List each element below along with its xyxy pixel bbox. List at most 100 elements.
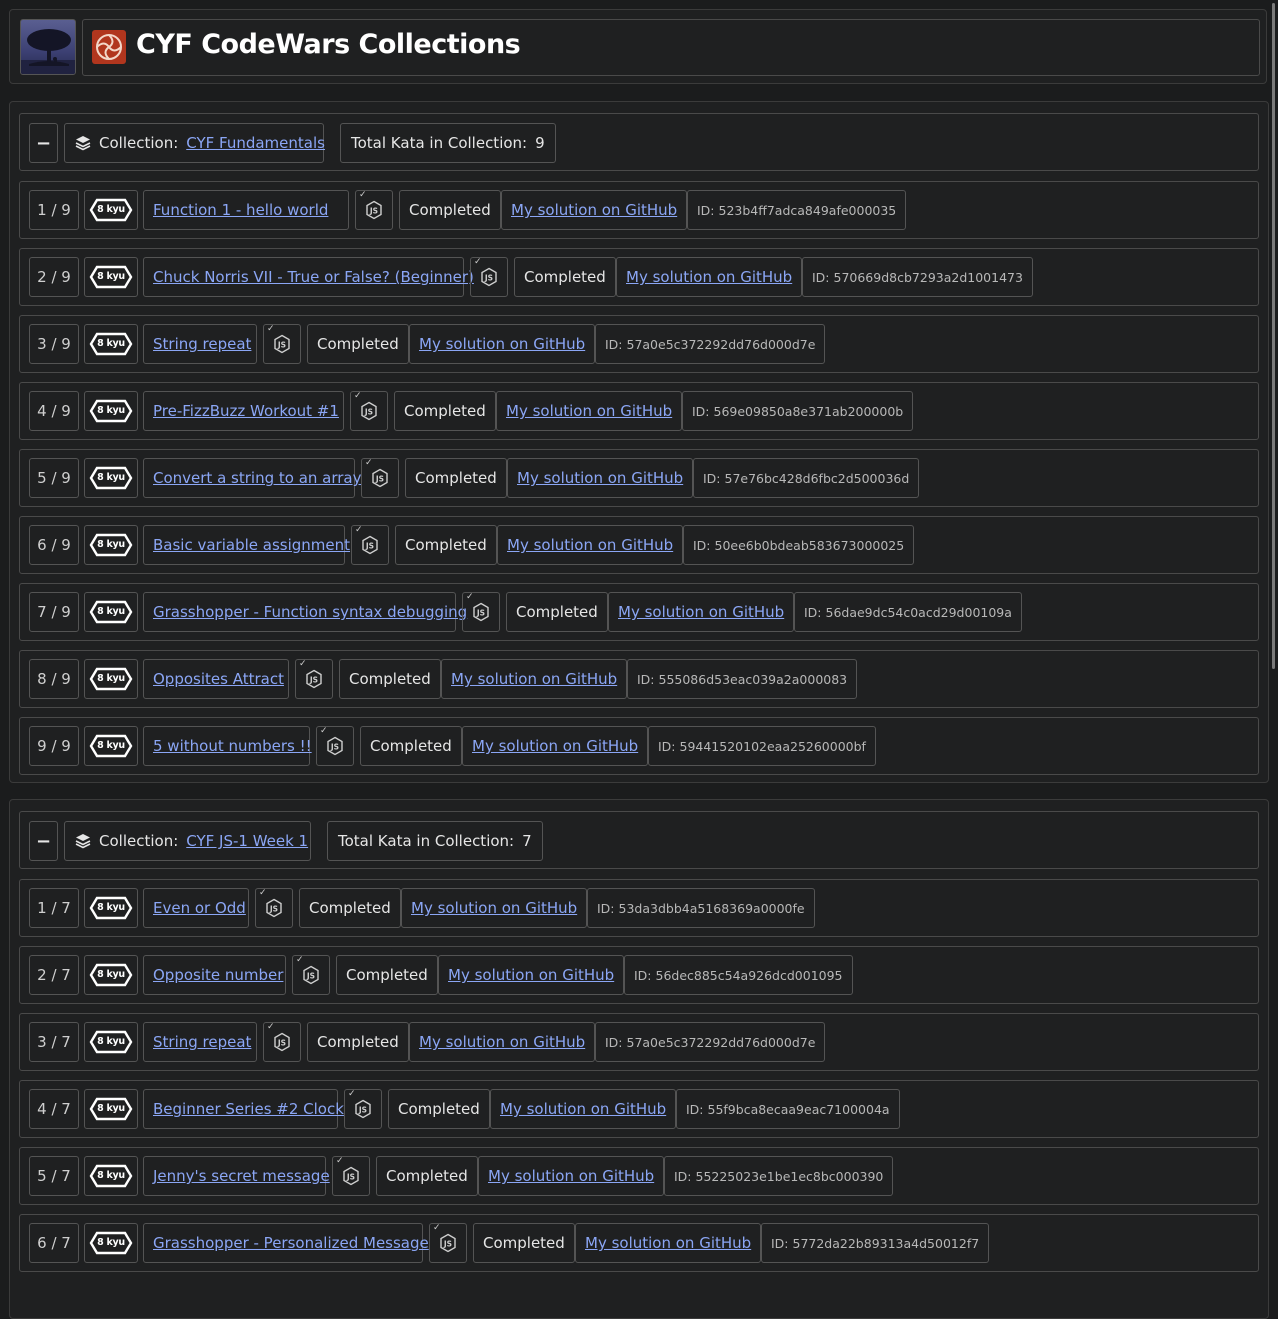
status-badge: Completed <box>360 726 462 766</box>
kata-name-link[interactable]: Beginner Series #2 Clock <box>153 1100 344 1118</box>
nodejs-hex-icon: ✓ JS <box>316 726 354 766</box>
github-solution-link[interactable]: My solution on GitHub <box>411 899 577 917</box>
kata-link-box[interactable]: Opposite number <box>143 955 286 995</box>
kata-link-box[interactable]: Opposites Attract <box>143 659 289 699</box>
kata-id: ID: 570669d8cb7293a2d1001473 <box>802 257 1033 297</box>
kata-name-link[interactable]: Function 1 - hello world <box>153 201 328 219</box>
github-solution-link[interactable]: My solution on GitHub <box>488 1167 654 1185</box>
kyu-hexagon-icon: 8 kyu <box>84 257 138 297</box>
github-solution-box[interactable]: My solution on GitHub <box>441 659 628 699</box>
github-solution-link[interactable]: My solution on GitHub <box>500 1100 666 1118</box>
github-solution-link[interactable]: My solution on GitHub <box>511 201 677 219</box>
kata-link-box[interactable]: Jenny's secret message <box>143 1156 330 1196</box>
status-badge: Completed <box>514 257 616 297</box>
github-solution-link[interactable]: My solution on GitHub <box>626 268 792 286</box>
kata-link-box[interactable]: String repeat <box>143 324 257 364</box>
svg-text:JS: JS <box>346 1172 355 1181</box>
collection-link[interactable]: CYF Fundamentals <box>186 134 325 152</box>
kata-link-box[interactable]: Beginner Series #2 Clock <box>143 1089 344 1129</box>
kata-index: 3 / 7 <box>29 1022 79 1062</box>
nodejs-hex-icon: ✓ JS <box>344 1089 382 1129</box>
github-solution-link[interactable]: My solution on GitHub <box>517 469 683 487</box>
github-solution-box[interactable]: My solution on GitHub <box>575 1223 762 1263</box>
rank-label: 8 kyu <box>97 338 125 349</box>
kata-link-box[interactable]: Chuck Norris VII - True or False? (Begin… <box>143 257 474 297</box>
svg-text:JS: JS <box>365 541 374 550</box>
kata-link-box[interactable]: Grasshopper - Function syntax debugging <box>143 592 467 632</box>
checkmark-icon: ✓ <box>259 888 267 898</box>
rank-label: 8 kyu <box>97 271 125 282</box>
github-solution-box[interactable]: My solution on GitHub <box>462 726 649 766</box>
collapse-button[interactable]: − <box>29 123 58 163</box>
github-solution-box[interactable]: My solution on GitHub <box>409 1022 596 1062</box>
kyu-hexagon-icon: 8 kyu <box>84 324 138 364</box>
github-solution-box[interactable]: My solution on GitHub <box>608 592 795 632</box>
github-solution-box[interactable]: My solution on GitHub <box>501 190 688 230</box>
rank-label: 8 kyu <box>97 539 125 550</box>
kyu-hexagon-icon: 8 kyu <box>84 458 138 498</box>
github-solution-link[interactable]: My solution on GitHub <box>472 737 638 755</box>
collection-link[interactable]: CYF JS-1 Week 1 <box>186 832 308 850</box>
github-solution-box[interactable]: My solution on GitHub <box>478 1156 665 1196</box>
kata-index: 2 / 9 <box>29 257 79 297</box>
total-kata: Total Kata in Collection: 9 <box>340 123 556 163</box>
github-solution-box[interactable]: My solution on GitHub <box>496 391 683 431</box>
kata-link-box[interactable]: Convert a string to an array <box>143 458 362 498</box>
github-solution-link[interactable]: My solution on GitHub <box>618 603 784 621</box>
kata-link-box[interactable]: 5 without numbers !! <box>143 726 312 766</box>
github-solution-link[interactable]: My solution on GitHub <box>507 536 673 554</box>
kata-name-link[interactable]: Even or Odd <box>153 899 246 917</box>
kata-name-link[interactable]: Basic variable assignment <box>153 536 350 554</box>
kata-name-link[interactable]: Convert a string to an array <box>153 469 362 487</box>
kata-name-link[interactable]: Opposite number <box>153 966 283 984</box>
collection-header: − Collection: CYF Fundamentals Total Kata i… <box>19 113 1259 171</box>
kata-name-link[interactable]: String repeat <box>153 335 251 353</box>
kata-id: ID: 57a0e5c372292dd76d000d7e <box>595 324 826 364</box>
kata-link-box[interactable]: Function 1 - hello world <box>143 190 349 230</box>
kata-name-link[interactable]: Grasshopper - Function syntax debugging <box>153 603 467 621</box>
svg-text:JS: JS <box>306 971 315 980</box>
svg-text:JS: JS <box>358 1105 367 1114</box>
github-solution-link[interactable]: My solution on GitHub <box>506 402 672 420</box>
collapse-button[interactable]: − <box>29 821 58 861</box>
kata-id: ID: 523b4ff7adca849afe000035 <box>687 190 907 230</box>
kata-row: 4 / 78 kyu Beginner Series #2 Clock ✓ JS Com… <box>19 1080 1259 1138</box>
checkmark-icon: ✓ <box>348 1089 356 1099</box>
rank-label: 8 kyu <box>97 969 125 980</box>
kata-index: 1 / 9 <box>29 190 79 230</box>
rank-label: 8 kyu <box>97 673 125 684</box>
kyu-hexagon-icon: 8 kyu <box>84 726 138 766</box>
github-solution-link[interactable]: My solution on GitHub <box>419 335 585 353</box>
kata-link-box[interactable]: Pre-FizzBuzz Workout #1 <box>143 391 344 431</box>
kata-id: ID: 55f9bca8ecaa9eac7100004a <box>676 1089 900 1129</box>
github-solution-link[interactable]: My solution on GitHub <box>419 1033 585 1051</box>
github-solution-box[interactable]: My solution on GitHub <box>616 257 803 297</box>
kata-index: 4 / 9 <box>29 391 79 431</box>
github-solution-box[interactable]: My solution on GitHub <box>507 458 694 498</box>
github-solution-link[interactable]: My solution on GitHub <box>448 966 614 984</box>
github-solution-box[interactable]: My solution on GitHub <box>409 324 596 364</box>
github-solution-box[interactable]: My solution on GitHub <box>438 955 625 995</box>
kata-name-link[interactable]: Chuck Norris VII - True or False? (Begin… <box>153 268 474 286</box>
kata-name-link[interactable]: Jenny's secret message <box>153 1167 330 1185</box>
github-solution-box[interactable]: My solution on GitHub <box>401 888 588 928</box>
kata-name-link[interactable]: Grasshopper - Personalized Message <box>153 1234 429 1252</box>
github-solution-box[interactable]: My solution on GitHub <box>497 525 684 565</box>
kata-link-box[interactable]: String repeat <box>143 1022 257 1062</box>
github-solution-link[interactable]: My solution on GitHub <box>451 670 617 688</box>
kata-row: 2 / 9 8 kyu Chuck Norris VII - True or Fal… <box>19 248 1259 306</box>
nodejs-hex-icon: ✓ JS <box>355 190 393 230</box>
scrollbar[interactable] <box>1272 3 1275 669</box>
kata-name-link[interactable]: 5 without numbers !! <box>153 737 312 755</box>
kata-link-box[interactable]: Even or Odd <box>143 888 249 928</box>
kata-link-box[interactable]: Grasshopper - Personalized Message <box>143 1223 429 1263</box>
page-header: CYF CodeWars Collections <box>9 9 1267 84</box>
kata-name-link[interactable]: Pre-FizzBuzz Workout #1 <box>153 402 339 420</box>
kata-row: 3 / 78 kyu String repeat ✓ JS Completed My so… <box>19 1013 1259 1071</box>
checkmark-icon: ✓ <box>267 324 275 334</box>
kata-link-box[interactable]: Basic variable assignment <box>143 525 350 565</box>
github-solution-box[interactable]: My solution on GitHub <box>490 1089 677 1129</box>
github-solution-link[interactable]: My solution on GitHub <box>585 1234 751 1252</box>
kata-name-link[interactable]: Opposites Attract <box>153 670 284 688</box>
kata-name-link[interactable]: String repeat <box>153 1033 251 1051</box>
